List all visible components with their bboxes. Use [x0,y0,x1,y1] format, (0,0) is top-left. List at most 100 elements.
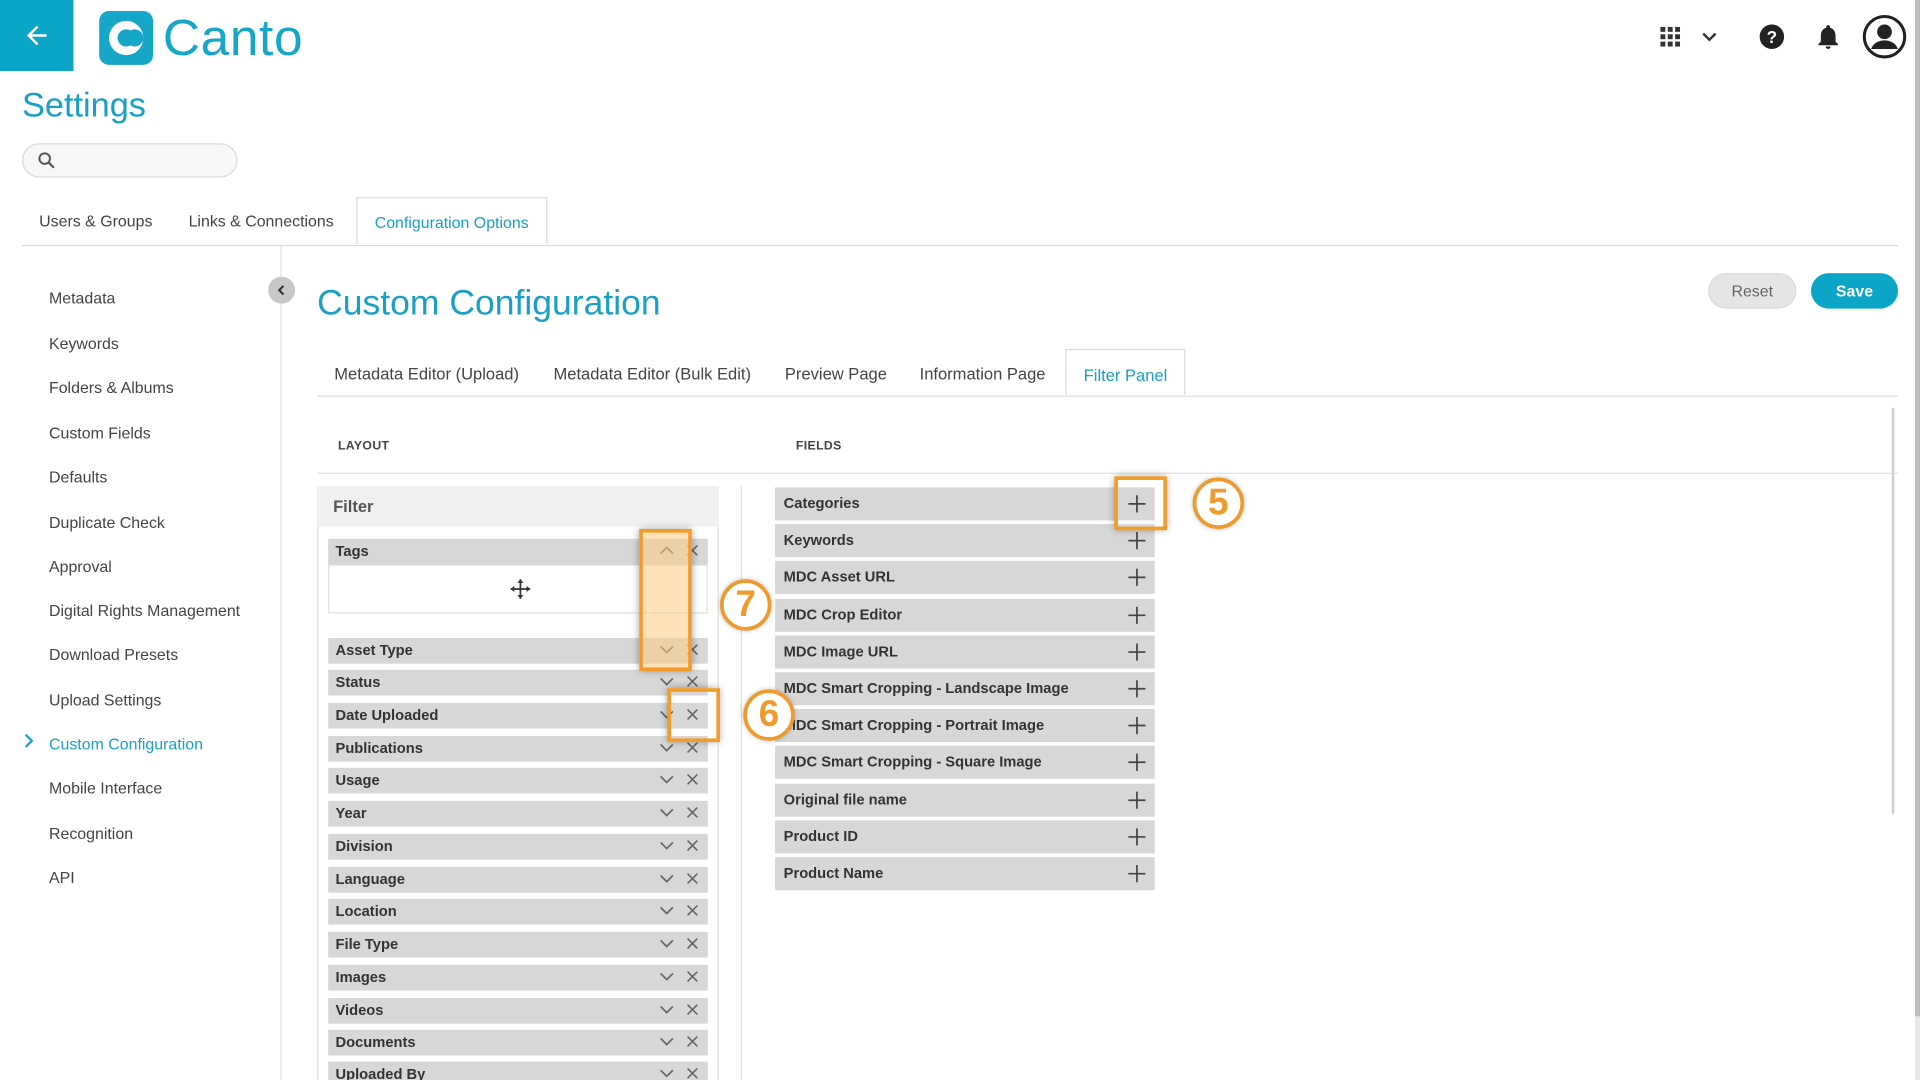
plus-icon[interactable] [1128,606,1146,624]
collapse-sidebar-button[interactable] [268,276,296,304]
sidebar-item-recognition[interactable]: Recognition [49,824,133,842]
sidebar-item-mobile-interface[interactable]: Mobile Interface [49,779,162,797]
plus-icon[interactable] [1128,680,1146,698]
sidebar-item-keywords[interactable]: Keywords [49,334,119,352]
field-row[interactable]: Product Name [775,857,1155,891]
help-icon[interactable]: ? [1758,23,1785,50]
field-row[interactable]: MDC Smart Cropping - Square Image [775,746,1155,780]
close-icon[interactable] [686,970,699,983]
field-row[interactable]: MDC Smart Cropping - Landscape Image [775,672,1155,706]
tab-information-page[interactable]: Information Page [902,349,1062,396]
sidebar-item-digital-rights-management[interactable]: Digital Rights Management [49,601,240,619]
plus-icon[interactable] [1128,532,1146,550]
field-row[interactable]: Original file name [775,783,1155,817]
field-row-label: MDC Image URL [783,642,898,660]
chevron-down-icon[interactable] [659,771,675,787]
close-icon[interactable] [686,1035,699,1048]
layout-row[interactable]: Language [328,866,708,893]
sidebar-item-upload-settings[interactable]: Upload Settings [49,691,161,709]
plus-icon[interactable] [1128,643,1146,661]
plus-icon[interactable] [1128,791,1146,809]
layout-row-label: Tags [335,542,369,560]
layout-row[interactable]: Documents [328,1029,708,1056]
chevron-down-icon[interactable] [659,871,675,887]
field-row[interactable]: MDC Crop Editor [775,598,1155,632]
tab-metadata-editor-bulk-edit[interactable]: Metadata Editor (Bulk Edit) [536,349,768,396]
search-input[interactable] [62,150,227,171]
chevron-left-icon [277,285,285,296]
tab-users-groups[interactable]: Users & Groups [22,197,170,245]
tab-filter-panel[interactable]: Filter Panel [1065,348,1186,396]
callout-highlight-add-field [1114,476,1167,531]
field-row[interactable]: Product ID [775,820,1155,854]
callout-badge-6: 6 [743,689,795,741]
plus-icon[interactable] [1128,717,1146,735]
chevron-down-icon[interactable] [659,673,675,689]
chevron-down-icon[interactable] [659,1065,675,1080]
close-icon[interactable] [686,773,699,786]
layout-row[interactable]: Location [328,898,708,925]
plus-icon[interactable] [1128,754,1146,772]
chevron-down-icon[interactable] [1697,24,1721,48]
sidebar-item-download-presets[interactable]: Download Presets [49,645,178,663]
close-icon[interactable] [686,675,699,688]
close-icon[interactable] [686,1067,699,1080]
field-row[interactable]: Categories [775,487,1155,521]
close-icon[interactable] [686,1003,699,1016]
layout-row[interactable]: Publications [328,735,708,762]
sidebar-item-api[interactable]: API [49,868,75,886]
close-icon[interactable] [686,872,699,885]
tab-preview-page[interactable]: Preview Page [768,349,904,396]
chevron-down-icon[interactable] [659,936,675,952]
chevron-down-icon[interactable] [659,838,675,854]
plus-icon[interactable] [1128,864,1146,883]
close-icon[interactable] [686,839,699,852]
sidebar-item-metadata[interactable]: Metadata [49,289,115,307]
field-row[interactable]: Keywords [775,524,1155,558]
sidebar-item-folders-albums[interactable]: Folders & Albums [49,378,174,396]
field-row[interactable]: MDC Asset URL [775,561,1155,595]
layout-row[interactable]: Videos [328,997,708,1024]
plus-icon[interactable] [1128,569,1146,587]
plus-icon[interactable] [1128,828,1146,846]
back-button[interactable] [0,0,74,72]
tab-links-connections[interactable]: Links & Connections [171,197,350,245]
reset-button[interactable]: Reset [1708,273,1797,309]
layout-row[interactable]: Date Uploaded [328,702,708,729]
content-scrollbar[interactable] [1891,407,1895,815]
layout-row[interactable]: Usage [328,767,708,794]
tab-metadata-editor-upload[interactable]: Metadata Editor (Upload) [317,349,536,396]
sidebar-item-defaults[interactable]: Defaults [49,468,107,486]
layout-row[interactable]: Status [328,669,708,696]
field-row[interactable]: MDC Smart Cropping - Portrait Image [775,709,1155,743]
layout-row[interactable]: File Type [328,931,708,958]
fields-section-label: FIELDS [795,439,842,454]
chevron-down-icon[interactable] [659,1033,675,1049]
chevron-down-icon[interactable] [659,804,675,820]
tab-configuration-options[interactable]: Configuration Options [356,197,548,245]
sidebar-item-approval[interactable]: Approval [49,557,112,575]
chevron-down-icon[interactable] [659,1002,675,1018]
close-icon[interactable] [686,741,699,754]
layout-row[interactable]: Uploaded By [328,1061,708,1080]
layout-row[interactable]: Images [328,964,708,991]
sidebar-item-custom-fields[interactable]: Custom Fields [49,424,151,442]
layout-row[interactable]: Division [328,833,708,860]
close-icon[interactable] [686,937,699,950]
apps-grid-icon[interactable] [1657,23,1684,50]
sidebar-item-duplicate-check[interactable]: Duplicate Check [49,513,165,531]
close-icon[interactable] [686,904,699,917]
search-box[interactable] [22,143,238,178]
layout-row[interactable]: Year [328,800,708,827]
sidebar-item-custom-configuration[interactable]: Custom Configuration [49,735,203,753]
bell-icon[interactable] [1815,23,1842,50]
user-avatar-icon[interactable] [1862,15,1907,59]
save-button[interactable]: Save [1811,273,1898,309]
search-icon [38,152,55,169]
chevron-down-icon[interactable] [659,902,675,918]
close-icon[interactable] [686,806,699,819]
field-row[interactable]: MDC Image URL [775,635,1155,669]
chevron-down-icon[interactable] [659,969,675,985]
field-row-label: MDC Asset URL [783,568,895,586]
page-scrollbar-thumb[interactable] [1915,0,1920,1017]
